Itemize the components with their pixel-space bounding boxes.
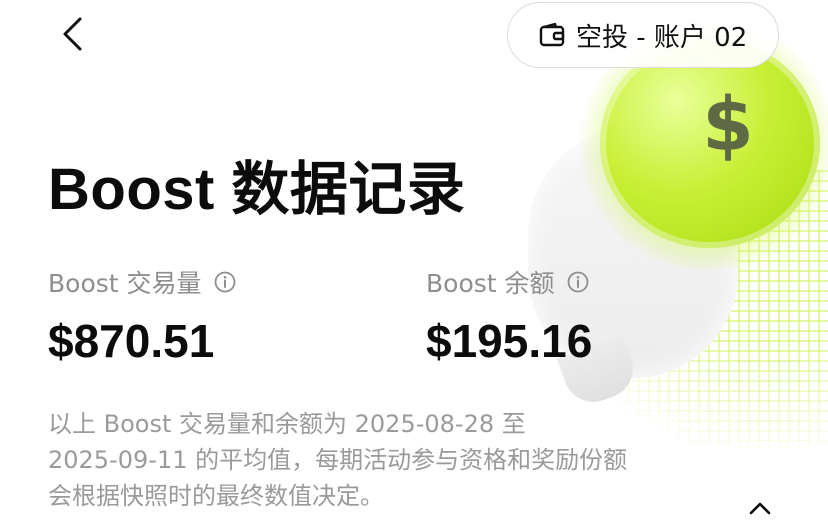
account-label: 空投 - 账户 02 <box>576 22 748 53</box>
data-period-note: 以上 Boost 交易量和余额为 2025-08-28 至 2025-09-11… <box>48 406 728 514</box>
page-title: Boost 数据记录 <box>48 157 466 222</box>
info-icon[interactable] <box>567 271 589 293</box>
account-selector-button[interactable]: 空投 - 账户 02 <box>507 2 779 68</box>
boost-volume-label: Boost 交易量 <box>48 269 202 298</box>
chevron-left-icon <box>63 17 82 51</box>
boost-balance-label: Boost 余额 <box>426 269 555 298</box>
info-icon[interactable] <box>214 271 236 293</box>
note-line-2: 2025-09-11 的平均值，每期活动参与资格和奖励份额 <box>48 446 628 474</box>
wallet-icon <box>539 22 565 47</box>
boost-volume-label-row: Boost 交易量 <box>48 264 236 300</box>
boost-volume-value: $870.51 <box>48 315 215 367</box>
dollar-sign-icon: $ <box>702 82 754 168</box>
collapse-button[interactable] <box>744 494 776 522</box>
note-line-1: 以上 Boost 交易量和余额为 2025-08-28 至 <box>48 410 526 438</box>
chevron-up-icon <box>749 502 771 515</box>
boost-balance-label-row: Boost 余额 <box>426 264 589 300</box>
back-button[interactable] <box>50 12 94 56</box>
boost-balance-value: $195.16 <box>426 315 593 367</box>
note-line-3: 会根据快照时的最终数值决定。 <box>48 482 384 510</box>
